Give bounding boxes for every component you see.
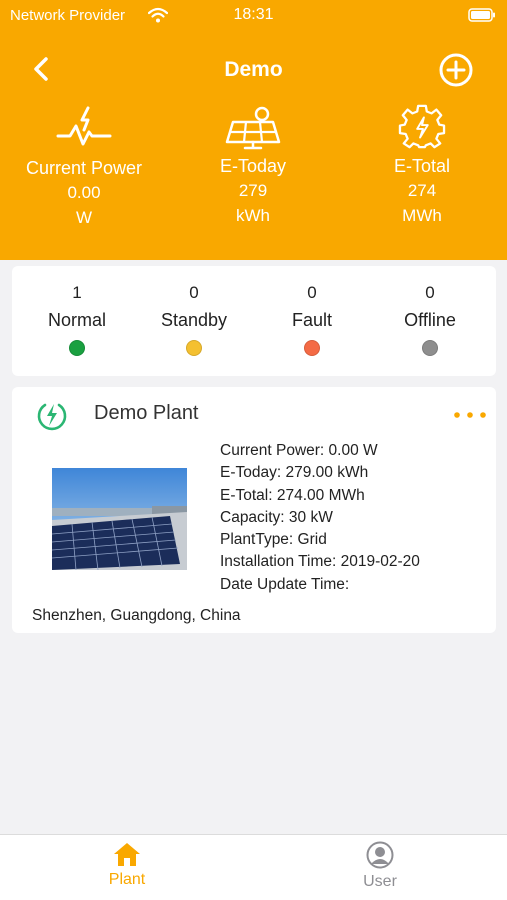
status-label: Fault: [291, 310, 333, 330]
e-today-stat: E-Today 279 kWh: [173, 104, 333, 228]
status-count: 0: [307, 283, 317, 302]
page-title: Demo: [224, 58, 283, 81]
plant-card[interactable]: Demo Plant Current Power: 0.00 W E-Today…: [12, 387, 496, 633]
tab-user[interactable]: User: [320, 841, 440, 891]
bolt-circle-icon: [37, 403, 67, 431]
tab-user-label: User: [363, 873, 397, 890]
status-label: Offline: [404, 310, 456, 330]
status-bar: Network Provider 18:31: [0, 0, 507, 32]
plus-circle-icon[interactable]: [438, 52, 474, 88]
normal-status-dot: [69, 340, 85, 356]
detail-installation-time: Installation Time: 2019-02-20: [220, 553, 420, 571]
status-count: 1: [72, 283, 82, 302]
detail-current-power: Current Power: 0.00 W: [220, 442, 378, 459]
power-pulse-icon: [56, 106, 112, 146]
status-standby[interactable]: 0 Standby: [134, 282, 254, 356]
tab-plant-label: Plant: [108, 871, 146, 888]
status-count: 0: [425, 283, 435, 302]
status-offline[interactable]: 0 Offline: [370, 282, 490, 356]
tab-bar: Plant User: [0, 834, 507, 900]
fault-status-dot: [304, 340, 320, 356]
gear-bolt-icon: [398, 104, 446, 149]
header: Network Provider 18:31 Demo Current Powe…: [0, 0, 507, 260]
status-time: 18:31: [233, 6, 274, 23]
e-today-label: E-Today: [219, 156, 287, 176]
detail-capacity: Capacity: 30 kW: [220, 508, 333, 526]
e-total-unit: MWh: [402, 206, 442, 225]
detail-date-update-time: Date Update Time:: [220, 575, 350, 593]
status-fault[interactable]: 0 Fault: [252, 282, 372, 356]
offline-status-dot: [422, 340, 438, 356]
user-icon: [366, 841, 394, 869]
status-count: 0: [189, 283, 199, 302]
current-power-value: 0.00: [67, 183, 101, 202]
detail-e-today: E-Today: 279.00 kWh: [220, 464, 369, 482]
e-today-unit: kWh: [236, 206, 270, 225]
plant-name: Demo Plant: [94, 402, 199, 424]
plant-photo: [52, 468, 187, 570]
standby-status-dot: [186, 340, 202, 356]
more-options-icon[interactable]: [452, 409, 488, 421]
battery-icon: [468, 8, 495, 22]
current-power-label: Current Power: [25, 158, 143, 178]
plant-location: Shenzhen, Guangdong, China: [32, 607, 241, 624]
status-label: Normal: [47, 310, 106, 330]
current-power-unit: W: [75, 208, 93, 227]
e-total-value: 274: [407, 181, 437, 200]
status-normal[interactable]: 1 Normal: [17, 282, 137, 356]
e-total-stat: E-Total 274 MWh: [342, 104, 502, 228]
current-power-stat: Current Power 0.00 W: [4, 104, 164, 230]
home-icon: [114, 843, 140, 866]
e-total-label: E-Total: [393, 156, 451, 176]
status-label: Standby: [160, 310, 228, 330]
device-status-card: 1 Normal 0 Standby 0 Fault 0 Offline: [12, 266, 496, 376]
plant-details: Current Power: 0.00 W E-Today: 279.00 kW…: [220, 440, 420, 596]
tab-plant[interactable]: Plant: [67, 841, 187, 889]
solar-panel-icon: [225, 106, 281, 150]
detail-plant-type: PlantType: Grid: [220, 531, 327, 549]
e-today-value: 279: [238, 181, 268, 200]
detail-e-total: E-Total: 274.00 MWh: [220, 486, 365, 504]
